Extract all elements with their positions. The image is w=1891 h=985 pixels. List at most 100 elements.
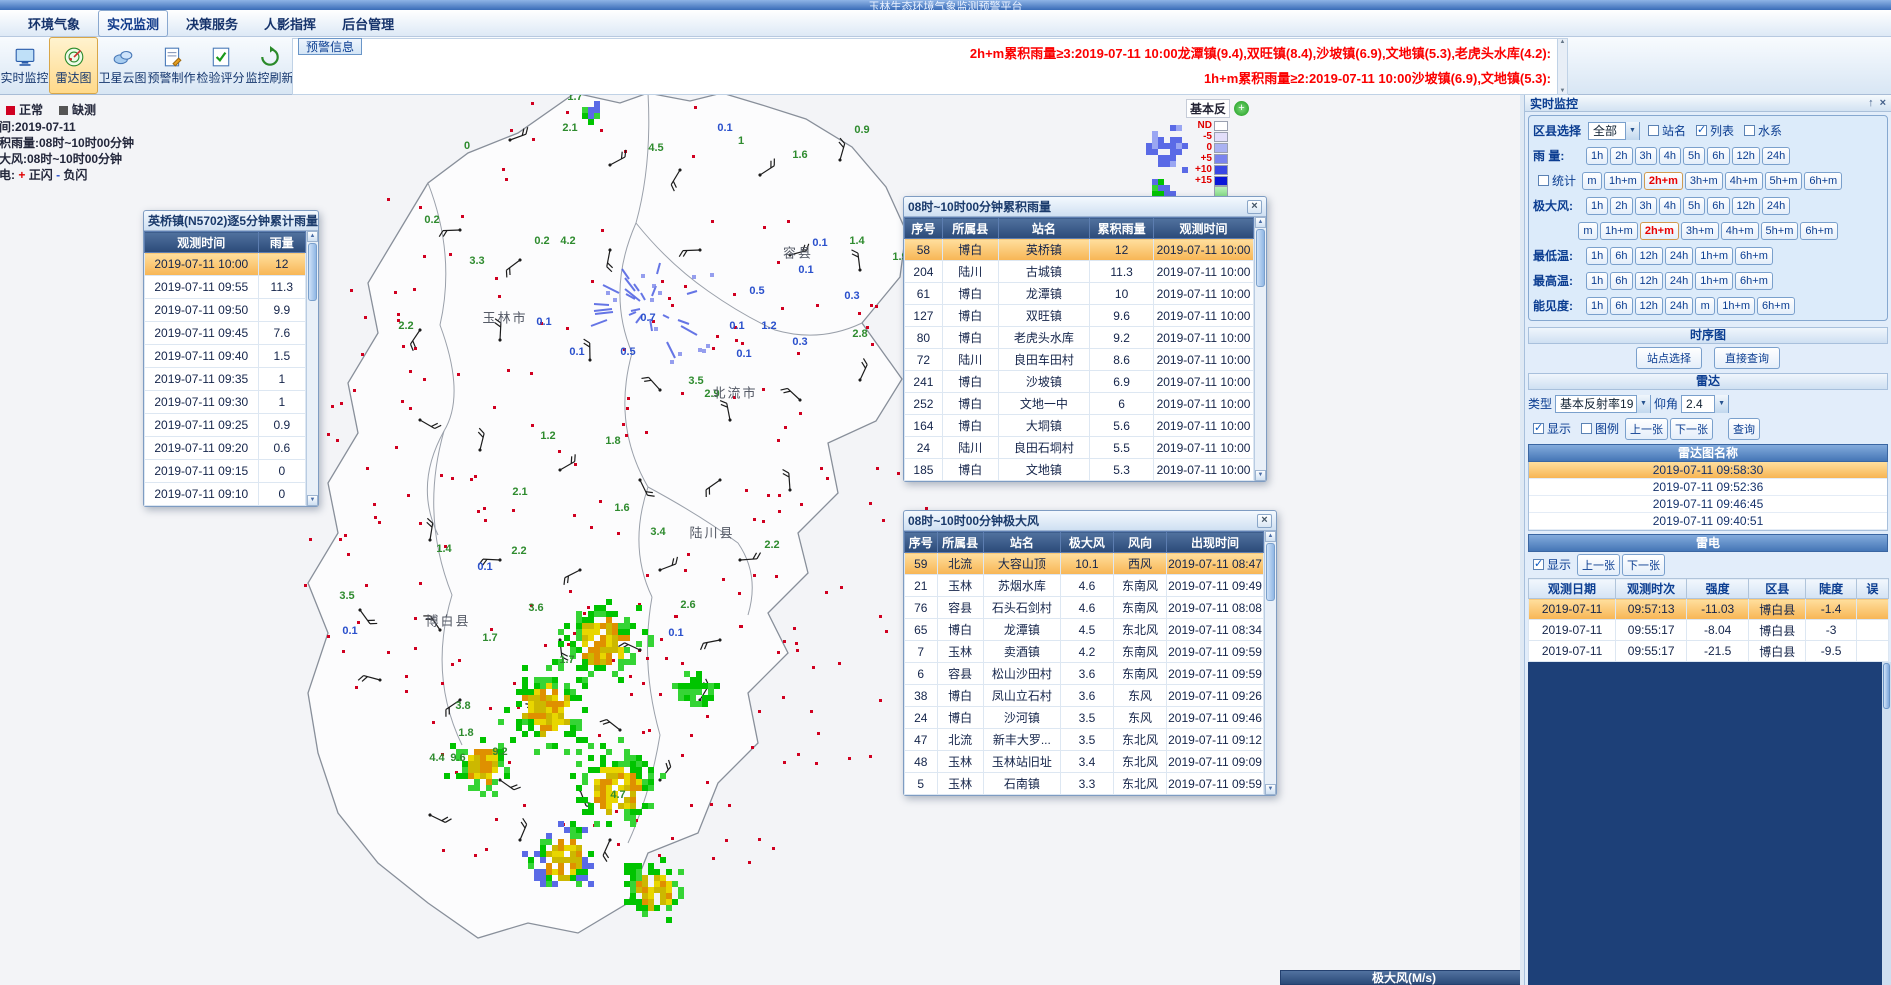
metric-button-1h[interactable]: 1h <box>1586 247 1608 265</box>
table-row[interactable]: 2019-07-11 09:5511.3 <box>145 276 306 299</box>
metric-button-m[interactable]: m <box>1578 222 1598 240</box>
metric-button-24h[interactable]: 24h <box>1665 247 1693 265</box>
column-header[interactable]: 极大风 <box>1060 532 1113 553</box>
column-header[interactable]: 观测时间 <box>1154 218 1254 239</box>
table-row[interactable]: 76容县石头石剑村4.6东南风2019-07-11 08:08 <box>905 597 1264 619</box>
checkbox-radar-legend[interactable]: 图例 <box>1581 420 1619 437</box>
radar-type-select[interactable]: 基本反射率19▼ <box>1555 395 1651 413</box>
column-header[interactable]: 序号 <box>905 218 943 239</box>
table-row[interactable]: 2019-07-1109:55:17-21.5博白县-9.5 <box>1529 641 1889 662</box>
table-row[interactable]: 61博白龙潭镇102019-07-11 10:00 <box>905 283 1254 305</box>
table-row[interactable]: 5玉林石南镇3.3东北风2019-07-11 09:59 <box>905 773 1264 795</box>
tool-monitor[interactable]: 实时监控 <box>0 37 49 94</box>
metric-button-12h[interactable]: 12h <box>1635 297 1663 315</box>
metric-button-m[interactable]: m <box>1695 297 1715 315</box>
table-row[interactable]: 2019-07-11 09:457.6 <box>145 322 306 345</box>
radar-query-button[interactable]: 查询 <box>1728 418 1760 440</box>
zoom-in-icon[interactable]: + <box>1234 101 1249 116</box>
radar-prev-button[interactable]: 上一张 <box>1625 418 1668 440</box>
metric-button-2hpm[interactable]: 2h+m <box>1644 172 1683 190</box>
window-rain-5min[interactable]: 英桥镇(N5702)逐5分钟累计雨量 × 观测时间雨量2019-07-11 10… <box>143 210 319 507</box>
window-wind-max[interactable]: 08时~10时00分钟极大风 × 序号所属县站名极大风风向出现时间59北流大容山… <box>903 510 1277 796</box>
metric-button-5h[interactable]: 5h <box>1683 147 1705 165</box>
table-row[interactable]: 2019-07-11 09:250.9 <box>145 414 306 437</box>
column-header[interactable]: 观测时间 <box>145 232 259 253</box>
radar-next-button[interactable]: 下一张 <box>1670 418 1713 440</box>
close-icon[interactable]: × <box>1247 200 1262 214</box>
metric-button-24h[interactable]: 24h <box>1762 197 1790 215</box>
tool-radar[interactable]: 雷达图 <box>49 37 98 94</box>
close-icon[interactable]: × <box>1257 514 1272 528</box>
metric-button-5hpm[interactable]: 5h+m <box>1765 172 1803 190</box>
metric-button-6hpm[interactable]: 6h+m <box>1735 247 1773 265</box>
radar-elev-select[interactable]: 2.4▼ <box>1681 395 1729 413</box>
lightning-next-button[interactable]: 下一张 <box>1622 554 1665 576</box>
table-row[interactable]: 204陆川古城镇11.32019-07-11 10:00 <box>905 261 1254 283</box>
column-header[interactable]: 所属县 <box>937 532 983 553</box>
column-header[interactable]: 区县 <box>1749 579 1806 599</box>
table-row[interactable]: 2019-07-11 09:509.9 <box>145 299 306 322</box>
table-row[interactable]: 164博白大垌镇5.62019-07-11 10:00 <box>905 415 1254 437</box>
checkbox-radar-show[interactable]: 显示 <box>1533 420 1571 437</box>
metric-button-1h[interactable]: 1h <box>1586 147 1608 165</box>
column-header[interactable]: 所属县 <box>942 218 998 239</box>
column-header[interactable]: 观测日期 <box>1529 579 1616 599</box>
metric-button-1h[interactable]: 1h <box>1586 197 1608 215</box>
tool-edit[interactable]: 预警制作 <box>147 37 196 94</box>
metric-button-3hpm[interactable]: 3h+m <box>1685 172 1723 190</box>
table-row[interactable]: 2019-07-11 09:150 <box>145 460 306 483</box>
metric-button-5hpm[interactable]: 5h+m <box>1761 222 1799 240</box>
table-row[interactable]: 252博白文地一中62019-07-11 10:00 <box>905 393 1254 415</box>
warning-info-tab[interactable]: 预警信息 <box>298 38 362 55</box>
menu-item-5[interactable]: 后台管理 <box>334 11 402 36</box>
table-row[interactable]: 80博白老虎头水库9.22019-07-11 10:00 <box>905 327 1254 349</box>
metric-button-6h[interactable]: 6h <box>1707 197 1729 215</box>
metric-button-1hpm[interactable]: 1h+m <box>1717 297 1755 315</box>
metric-button-3h[interactable]: 3h <box>1635 197 1657 215</box>
metric-button-5h[interactable]: 5h <box>1683 197 1705 215</box>
table-row[interactable]: 6容县松山沙田村3.6东南风2019-07-11 09:59 <box>905 663 1264 685</box>
table-row[interactable]: 24陆川良田石垌村5.52019-07-11 10:00 <box>905 437 1254 459</box>
warning-scrollbar[interactable]: ▲▼ <box>1557 39 1567 94</box>
column-header[interactable]: 累积雨量 <box>1090 218 1154 239</box>
table-row[interactable]: 48玉林玉林站旧址3.4东北风2019-07-11 09:09 <box>905 751 1264 773</box>
metric-button-24h[interactable]: 24h <box>1762 147 1790 165</box>
metric-button-1h[interactable]: 1h <box>1586 297 1608 315</box>
scrollbar[interactable]: ▲▼ <box>306 231 318 506</box>
table-row[interactable]: 127博白双旺镇9.62019-07-11 10:00 <box>905 305 1254 327</box>
metric-button-6h[interactable]: 6h <box>1610 297 1632 315</box>
table-row[interactable]: 2019-07-1109:55:17-8.04博白县-3 <box>1529 620 1889 641</box>
column-header[interactable]: 站名 <box>983 532 1060 553</box>
table-row[interactable]: 241博白沙坡镇6.92019-07-11 10:00 <box>905 371 1254 393</box>
metric-button-1hpm[interactable]: 1h+m <box>1600 222 1638 240</box>
table-row[interactable]: 24博白沙河镇3.5东风2019-07-11 09:46 <box>905 707 1264 729</box>
metric-button-4h[interactable]: 4h <box>1659 197 1681 215</box>
column-header[interactable]: 出现时间 <box>1167 532 1264 553</box>
window-rain-sum[interactable]: 08时~10时00分钟累积雨量 × 序号所属县站名累积雨量观测时间58博白英桥镇… <box>903 196 1267 482</box>
checkbox-lightning-show[interactable]: 显示 <box>1533 556 1571 573</box>
metric-button-1h[interactable]: 1h <box>1586 272 1608 290</box>
table-row[interactable]: 2019-07-11 10:0012 <box>145 253 306 276</box>
table-row[interactable]: 47北流新丰大罗...3.5东北风2019-07-11 09:12 <box>905 729 1264 751</box>
scrollbar[interactable]: ▲▼ <box>1264 531 1276 795</box>
radar-time-item[interactable]: 2019-07-11 09:40:51 <box>1529 513 1887 530</box>
table-row[interactable]: 21玉林苏烟水库4.6东南风2019-07-11 09:49 <box>905 575 1264 597</box>
checkbox-list[interactable]: 列表 <box>1696 122 1734 139</box>
table-row[interactable]: 2019-07-11 09:351 <box>145 368 306 391</box>
table-row[interactable]: 38博白凤山立石村3.6东风2019-07-11 09:26 <box>905 685 1264 707</box>
table-row[interactable]: 185博白文地镇5.32019-07-11 10:00 <box>905 459 1254 481</box>
column-header[interactable]: 误 <box>1856 579 1888 599</box>
column-header[interactable]: 强度 <box>1687 579 1749 599</box>
tool-satellite[interactable]: 卫星云图 <box>98 37 147 94</box>
table-row[interactable]: 2019-07-11 09:401.5 <box>145 345 306 368</box>
window-wind-strip-title[interactable]: 极大风(M/s) <box>1280 970 1528 985</box>
metric-button-24h[interactable]: 24h <box>1665 272 1693 290</box>
menu-item-1[interactable]: 环境气象 <box>20 11 88 36</box>
pin-icon[interactable]: ↑ <box>1868 98 1874 109</box>
metric-button-12h[interactable]: 12h <box>1635 272 1663 290</box>
metric-button-6hpm[interactable]: 6h+m <box>1735 272 1773 290</box>
menu-item-4[interactable]: 人影指挥 <box>256 11 324 36</box>
checkbox-stat[interactable]: 统计 <box>1538 172 1576 189</box>
district-select[interactable]: 全部▼ <box>1588 122 1640 140</box>
column-header[interactable]: 风向 <box>1113 532 1166 553</box>
